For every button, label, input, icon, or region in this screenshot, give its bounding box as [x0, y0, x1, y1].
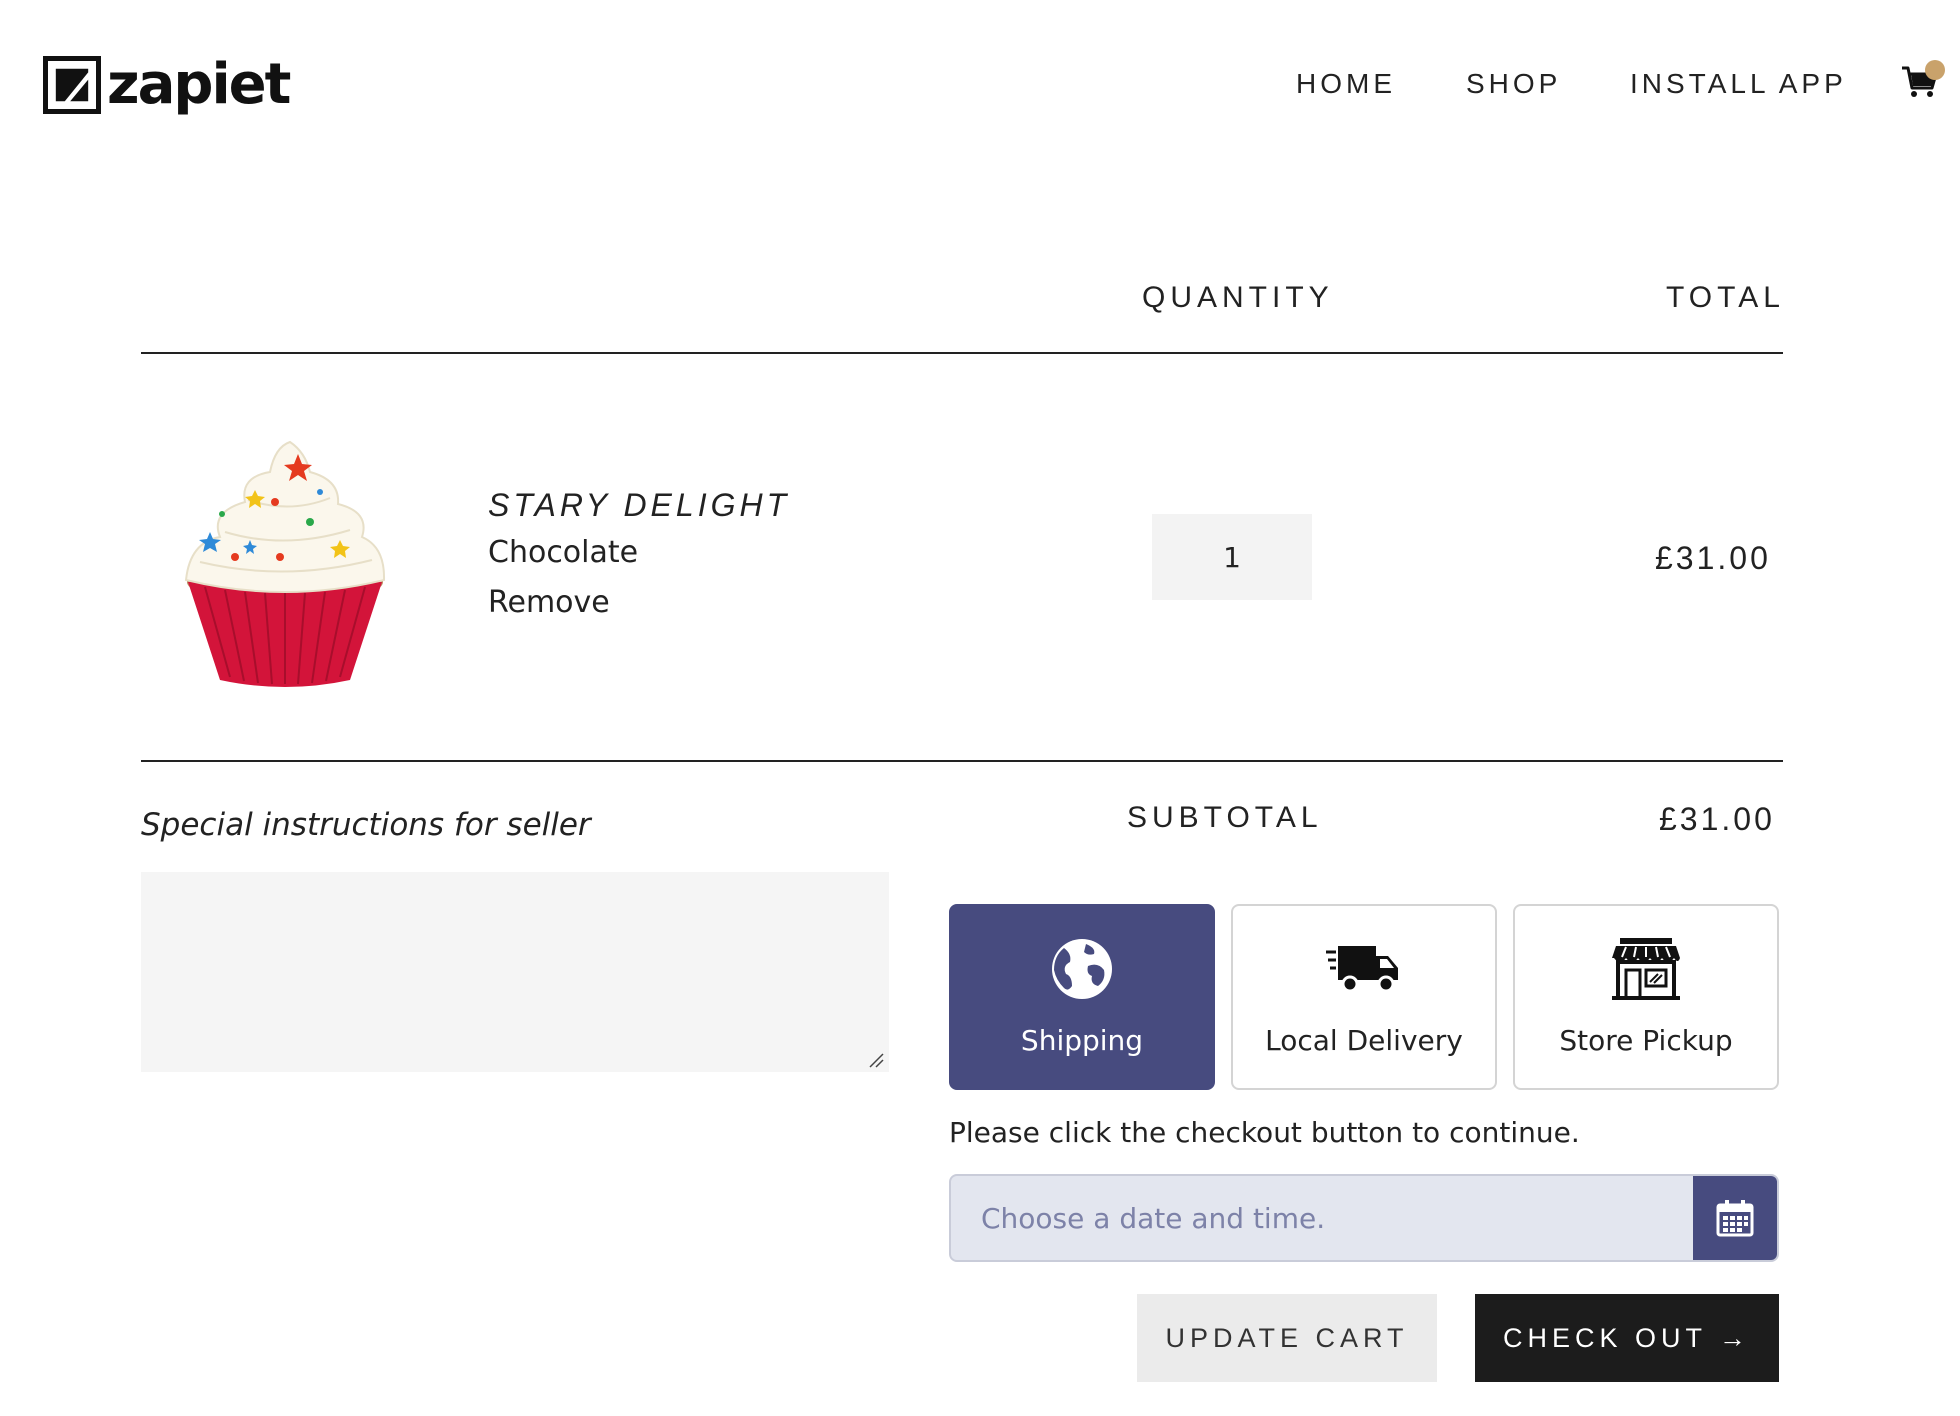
globe-icon [1052, 939, 1112, 999]
checkout-hint: Please click the checkout button to cont… [949, 1116, 1580, 1149]
date-time-input[interactable] [951, 1176, 1695, 1260]
shipping-option[interactable]: Shipping [949, 904, 1215, 1090]
shipping-label: Shipping [1020, 1024, 1144, 1057]
resize-handle-icon[interactable] [868, 1052, 884, 1068]
cupcake-image[interactable] [180, 432, 390, 688]
subtotal-value: £31.00 [1659, 801, 1775, 837]
local-delivery-label: Local Delivery [1265, 1024, 1463, 1057]
logo-z-icon [55, 68, 89, 102]
store-pickup-option[interactable]: Store Pickup [1513, 904, 1779, 1090]
truck-icon [1326, 946, 1398, 993]
quantity-column-header: QUANTITY [1142, 281, 1334, 314]
total-column-header: TOTAL [1666, 281, 1785, 314]
logo[interactable]: zapiet [43, 52, 291, 117]
subtotal-label: SUBTOTAL [1127, 801, 1323, 834]
quantity-input[interactable] [1152, 514, 1312, 600]
checkout-button[interactable]: CHECK OUT → [1475, 1294, 1779, 1382]
local-delivery-option[interactable]: Local Delivery [1231, 904, 1497, 1090]
logo-text: zapiet [107, 52, 291, 117]
special-instructions-label: Special instructions for seller [141, 807, 591, 843]
nav-shop[interactable]: SHOP [1466, 68, 1561, 100]
divider [141, 352, 1783, 354]
product-variant: Chocolate [488, 535, 639, 570]
line-total: £31.00 [1655, 540, 1771, 576]
update-cart-button[interactable]: UPDATE CART [1137, 1294, 1437, 1382]
divider [141, 760, 1783, 762]
store-pickup-label: Store Pickup [1559, 1024, 1733, 1057]
store-icon [1612, 938, 1680, 1000]
remove-link[interactable]: Remove [488, 585, 610, 620]
calendar-button[interactable] [1693, 1176, 1777, 1260]
nav-install-app[interactable]: INSTALL APP [1630, 68, 1847, 100]
cart-badge [1925, 60, 1945, 80]
nav-home[interactable]: HOME [1296, 68, 1396, 100]
calendar-icon [1716, 1200, 1754, 1237]
special-instructions-field[interactable] [141, 872, 889, 1072]
date-picker [949, 1174, 1779, 1262]
product-title[interactable]: STARY DELIGHT [488, 487, 790, 524]
logo-mark [43, 56, 101, 114]
